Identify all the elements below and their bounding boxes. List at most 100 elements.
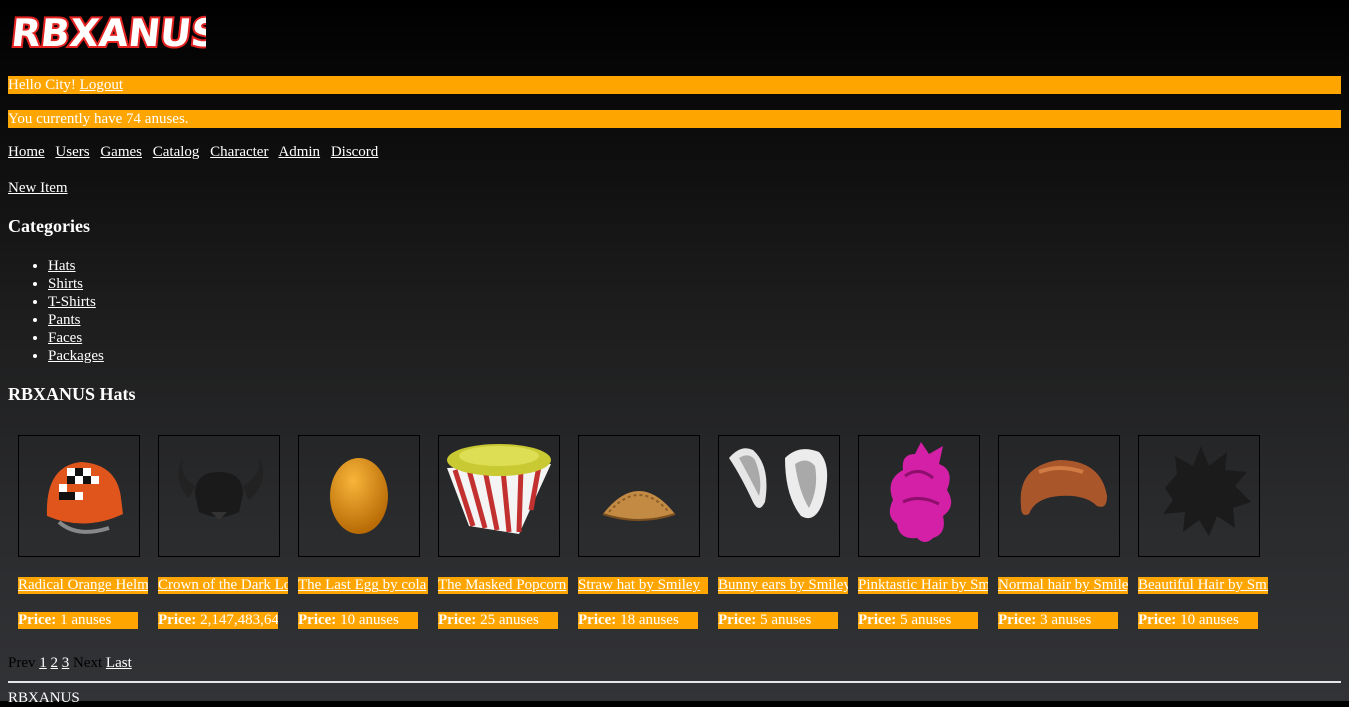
item-name-link[interactable]: Normal hair by Smiley — [998, 577, 1128, 594]
catalog-item: Bunny ears by Smiley Price: 5 anuses — [718, 435, 858, 629]
svg-text:RBXANUS: RBXANUS — [10, 11, 206, 54]
bunny-ears-icon — [729, 448, 828, 519]
catalog-item: Beautiful Hair by Smiley Price: 10 anuse… — [1138, 435, 1278, 629]
item-thumbnail[interactable] — [1138, 435, 1260, 557]
item-name: Normal hair — [998, 577, 1071, 593]
item-name-link[interactable]: Beautiful Hair by Smiley — [1138, 577, 1268, 594]
item-thumbnail[interactable] — [438, 435, 560, 557]
item-thumbnail[interactable] — [998, 435, 1120, 557]
item-name: The Masked Popcorn — [438, 577, 567, 593]
price-value: 10 anuses — [1180, 612, 1239, 628]
main-nav: Home Users Games Catalog Character Admin… — [8, 144, 385, 161]
category-item: Shirts — [48, 275, 104, 293]
categories-heading: Categories — [8, 216, 90, 236]
category-item: T-Shirts — [48, 293, 104, 311]
site-logo[interactable]: RBXANUS — [10, 10, 206, 54]
item-creator: by Smiley — [951, 577, 988, 593]
straw-hat-icon — [602, 491, 676, 521]
catalog-item: Pinktastic Hair by Smiley Price: 5 anuse… — [858, 435, 998, 629]
item-price: Price: 1 anuses — [18, 612, 138, 629]
category-item: Pants — [48, 311, 104, 329]
category-faces-link[interactable]: Faces — [48, 330, 82, 346]
section-heading: RBXANUS Hats — [8, 384, 136, 404]
orange-egg-icon — [330, 458, 388, 534]
item-name-link[interactable]: Straw hat by Smiley — [578, 577, 708, 594]
price-value: 10 anuses — [340, 612, 399, 628]
nav-admin[interactable]: Admin — [278, 144, 320, 160]
item-thumbnail[interactable] — [18, 435, 140, 557]
category-shirts-link[interactable]: Shirts — [48, 276, 83, 292]
page-3-link[interactable]: 3 — [62, 655, 70, 671]
nav-character[interactable]: Character — [210, 144, 268, 160]
currency-bar: You currently have 74 anuses. — [8, 110, 1341, 128]
catalog-item: Crown of the Dark Lord Price: 2,147,483,… — [158, 435, 298, 629]
category-item: Hats — [48, 257, 104, 275]
item-price: Price: 3 anuses — [998, 612, 1118, 629]
category-tshirts-link[interactable]: T-Shirts — [48, 294, 96, 310]
price-value: 2,147,483,647 anuses — [200, 612, 278, 628]
footer-divider — [8, 681, 1341, 683]
item-thumbnail[interactable] — [298, 435, 420, 557]
price-value: 18 anuses — [620, 612, 679, 628]
item-creator: by Smiley — [1227, 577, 1268, 593]
category-pants-link[interactable]: Pants — [48, 312, 81, 328]
item-name: Straw hat — [578, 577, 636, 593]
page-2-link[interactable]: 2 — [51, 655, 59, 671]
catalog-item: The Last Egg by cola Price: 10 anuses — [298, 435, 438, 629]
orange-helmet-icon — [46, 462, 123, 534]
catalog-item: Radical Orange Helmet Price: 1 anuses — [18, 435, 158, 629]
footer-text: RBXANUS — [8, 690, 80, 706]
item-name: Bunny ears — [718, 577, 786, 593]
currency-text: You currently have 74 anuses. — [8, 111, 189, 127]
item-creator: by Smiley — [1074, 577, 1128, 593]
nav-games[interactable]: Games — [100, 144, 142, 160]
nav-discord[interactable]: Discord — [331, 144, 379, 160]
nav-catalog[interactable]: Catalog — [153, 144, 200, 160]
catalog-item: The Masked Popcorn Price: 25 anuses — [438, 435, 578, 629]
item-price: Price: 18 anuses — [578, 612, 698, 629]
item-creator: by Smiley — [789, 577, 848, 593]
price-label: Price: — [998, 612, 1037, 628]
item-price: Price: 5 anuses — [858, 612, 978, 629]
item-creator: by Smiley — [638, 577, 701, 593]
prev-label: Prev — [8, 655, 36, 671]
item-name-link[interactable]: Radical Orange Helmet — [18, 577, 148, 594]
page-1-link[interactable]: 1 — [39, 655, 47, 671]
price-value: 25 anuses — [480, 612, 539, 628]
item-price: Price: 25 anuses — [438, 612, 558, 629]
item-name-link[interactable]: The Masked Popcorn — [438, 577, 568, 594]
item-name-link[interactable]: Pinktastic Hair by Smiley — [858, 577, 988, 594]
item-thumbnail[interactable] — [578, 435, 700, 557]
logout-link[interactable]: Logout — [80, 77, 123, 93]
greeting-text: Hello City! — [8, 77, 76, 93]
category-item: Packages — [48, 347, 104, 365]
item-name-link[interactable]: Crown of the Dark Lord — [158, 577, 288, 594]
item-thumbnail[interactable] — [858, 435, 980, 557]
item-thumbnail[interactable] — [158, 435, 280, 557]
nav-users[interactable]: Users — [55, 144, 89, 160]
item-name: Beautiful Hair — [1138, 577, 1225, 593]
item-name-link[interactable]: Bunny ears by Smiley — [718, 577, 848, 594]
item-name: Radical Orange Helmet — [18, 577, 148, 593]
price-label: Price: — [1138, 612, 1177, 628]
new-item-link[interactable]: New Item — [8, 180, 68, 197]
item-price: Price: 2,147,483,647 anuses — [158, 612, 278, 629]
price-label: Price: — [158, 612, 197, 628]
category-packages-link[interactable]: Packages — [48, 348, 104, 364]
last-page-link[interactable]: Last — [106, 655, 132, 671]
dark-crown-icon — [178, 456, 264, 520]
brown-hair-icon — [1020, 460, 1107, 515]
price-value: 3 anuses — [1040, 612, 1092, 628]
item-thumbnail[interactable] — [718, 435, 840, 557]
item-price: Price: 5 anuses — [718, 612, 838, 629]
price-label: Price: — [438, 612, 477, 628]
category-item: Faces — [48, 329, 104, 347]
nav-home[interactable]: Home — [8, 144, 45, 160]
item-price: Price: 10 anuses — [298, 612, 418, 629]
price-label: Price: — [718, 612, 757, 628]
price-label: Price: — [18, 612, 57, 628]
price-label: Price: — [858, 612, 897, 628]
user-bar: Hello City! Logout — [8, 76, 1341, 94]
item-name-link[interactable]: The Last Egg by cola — [298, 577, 428, 594]
category-hats-link[interactable]: Hats — [48, 258, 76, 274]
